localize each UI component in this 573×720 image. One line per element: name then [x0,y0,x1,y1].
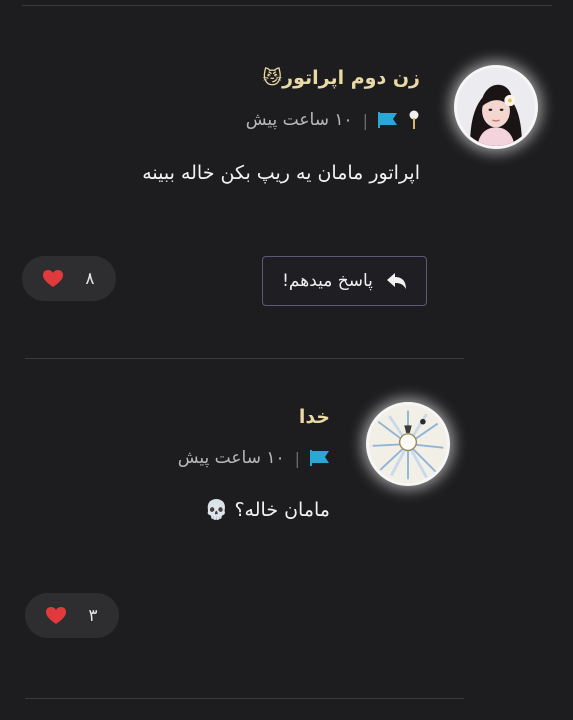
comment-text-2: مامان خاله؟ 💀 [205,498,330,521]
like-button-2[interactable]: ۳ [25,593,119,638]
user-avatar-1[interactable] [454,65,538,149]
top-divider [22,5,552,6]
reply-button-label: پاسخ میدهم! [282,271,373,291]
username-emoji: 😼 [262,67,283,89]
flag-icon [310,450,330,466]
comment-text-1: اپراتور مامان یه ریپ بکن خاله ببینه [142,162,420,184]
reply-button[interactable]: پاسخ میدهم! [262,256,427,306]
comment-divider-2 [25,698,464,699]
meta-separator: | [294,448,300,468]
comment-meta-1: | ۱۰ ساعت پیش [246,110,420,130]
comment-divider-1 [25,358,464,359]
like-count-2: ۳ [88,605,98,626]
comment-time: ۱۰ ساعت پیش [245,110,353,130]
comments-page: زن دوم اپراتور😼 | ۱۰ ساعت پیش اپراتور ما… [0,0,573,720]
comment-time: ۱۰ ساعت پیش [177,448,285,468]
like-count-1: ۸ [85,268,95,289]
meta-separator: | [362,110,368,130]
username-1[interactable]: زن دوم اپراتور😼 [262,67,420,89]
user-avatar-2[interactable] [366,402,450,486]
username-2[interactable]: خدا [299,406,330,428]
pin-icon [408,110,420,130]
like-button-1[interactable]: ۸ [22,256,116,301]
flag-icon [378,112,398,128]
username-text: خدا [298,406,330,428]
reply-icon [385,272,407,290]
heart-icon [46,606,67,625]
comment-text: مامان خاله؟ [234,499,330,521]
skull-emoji: 💀 [204,499,229,521]
avatar-artwork-image [369,405,447,483]
heart-icon [43,269,64,288]
username-text: زن دوم اپراتور [282,67,420,89]
avatar-girl-image [457,68,535,146]
comment-meta-2: | ۱۰ ساعت پیش [178,448,330,468]
